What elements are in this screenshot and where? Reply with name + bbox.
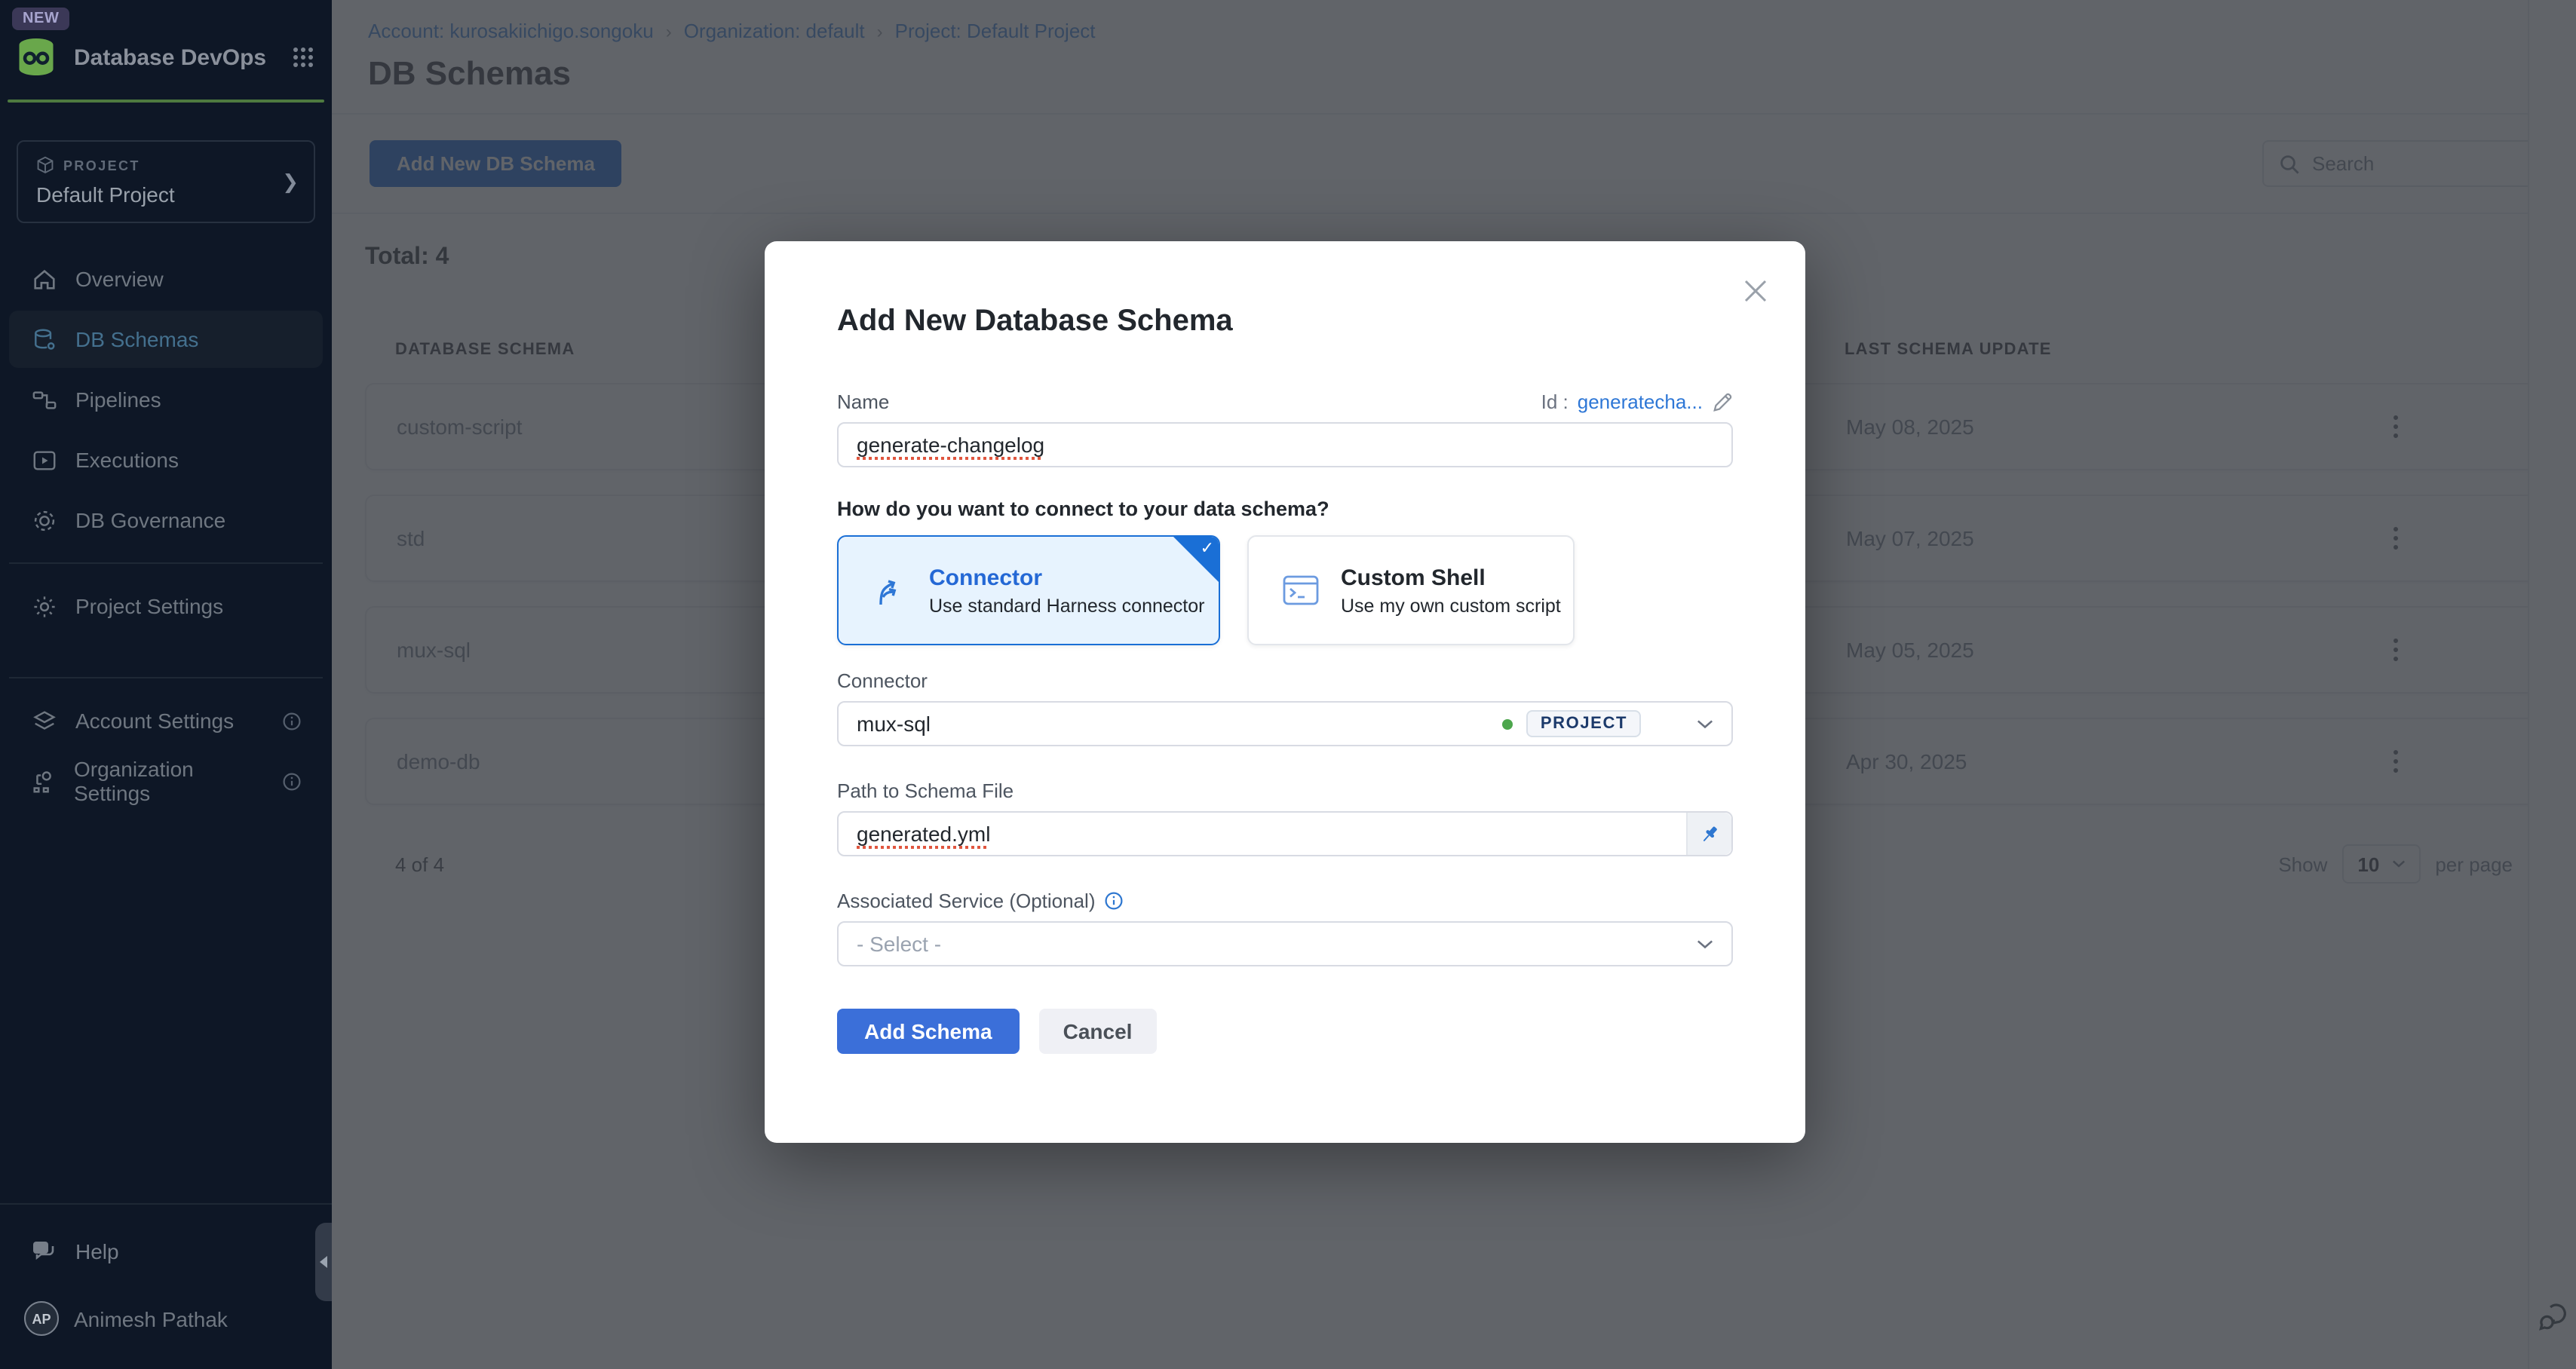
name-label: Name: [837, 390, 889, 413]
collapse-arrow-icon: [320, 1256, 327, 1268]
svg-text:?: ?: [38, 1242, 44, 1254]
pipelines-icon: [30, 387, 57, 412]
cube-icon: [36, 155, 54, 175]
sidebar-item-executions[interactable]: Executions: [9, 431, 323, 488]
chevron-down-icon: [1697, 939, 1713, 949]
connect-question: How do you want to connect to your data …: [837, 498, 1733, 520]
app-window: NEW Database DevOps: [0, 0, 2576, 1369]
new-badge: NEW: [12, 8, 69, 30]
database-devops-logo-icon: [14, 36, 59, 78]
id-value-link[interactable]: generatecha...: [1578, 390, 1703, 413]
sidebar-collapse-handle[interactable]: [315, 1223, 332, 1301]
connector-arrows-icon: [872, 571, 908, 610]
cancel-button[interactable]: Cancel: [1039, 1009, 1157, 1054]
project-name: Default Project: [36, 182, 296, 207]
name-input-value: generate-changelog: [857, 433, 1044, 457]
connector-select[interactable]: mux-sql PROJECT: [837, 701, 1733, 746]
sidebar-item-label: DB Schemas: [75, 327, 198, 351]
info-icon[interactable]: [282, 771, 302, 791]
add-database-schema-modal: Add New Database Schema Name Id : genera…: [765, 241, 1805, 1143]
sidebar-item-pipelines[interactable]: Pipelines: [9, 371, 323, 428]
project-scope-label: PROJECT: [63, 158, 140, 173]
app-grid-icon[interactable]: [293, 47, 314, 68]
app-title: Database DevOps: [74, 44, 266, 70]
avatar: AP: [24, 1301, 59, 1336]
thumbtack-icon: [1698, 822, 1721, 845]
associated-service-value: - Select -: [857, 932, 941, 956]
help-button[interactable]: ? Help: [0, 1205, 332, 1274]
sidebar-item-label: Account Settings: [75, 709, 234, 733]
gear-icon: [30, 593, 57, 619]
pin-toggle[interactable]: [1686, 813, 1731, 855]
name-input[interactable]: generate-changelog: [837, 422, 1733, 467]
option-title: Custom Shell: [1341, 565, 1561, 590]
sidebar-item-label: Organization Settings: [74, 757, 264, 805]
check-icon: ✓: [1201, 538, 1214, 558]
option-card-custom-shell[interactable]: Custom Shell Use my own custom script: [1247, 535, 1575, 645]
sidebar-item-account-settings[interactable]: Account Settings: [9, 692, 323, 749]
info-icon[interactable]: [1105, 891, 1124, 911]
add-schema-button[interactable]: Add Schema: [837, 1009, 1020, 1054]
sidebar-item-project-settings[interactable]: Project Settings: [9, 577, 323, 635]
sidebar-nav: Overview DB Schemas Pipelines: [0, 250, 332, 810]
status-dot-icon: [1503, 718, 1513, 729]
help-label: Help: [75, 1239, 119, 1263]
sidebar-item-db-schemas[interactable]: DB Schemas: [9, 311, 323, 368]
option-card-connector[interactable]: ✓ Connector Use standard Harness connect…: [837, 535, 1220, 645]
sidebar-item-label: Overview: [75, 267, 164, 291]
path-label: Path to Schema File: [837, 779, 1733, 802]
user-menu[interactable]: AP Animesh Pathak: [0, 1274, 332, 1369]
help-chat-icon: ?: [30, 1238, 57, 1265]
sidebar-item-db-governance[interactable]: DB Governance: [9, 492, 323, 549]
id-label: Id :: [1541, 390, 1569, 413]
option-title: Connector: [929, 565, 1204, 590]
executions-icon: [30, 447, 57, 473]
associated-service-label: Associated Service (Optional): [837, 890, 1096, 912]
sidebar-footer: ? Help AP Animesh Pathak: [0, 1203, 332, 1369]
layers-gear-icon: [30, 708, 57, 734]
associated-service-select[interactable]: - Select -: [837, 921, 1733, 966]
path-input[interactable]: generated.yml: [837, 811, 1733, 856]
project-selector[interactable]: PROJECT Default Project ❯: [17, 140, 315, 223]
brand-divider: [8, 100, 324, 103]
sidebar-item-label: Project Settings: [75, 594, 223, 618]
user-name: Animesh Pathak: [74, 1306, 228, 1331]
sidebar-divider: [9, 562, 323, 564]
modal-title: Add New Database Schema: [837, 305, 1733, 339]
chevron-down-icon[interactable]: [1697, 718, 1713, 729]
connector-label: Connector: [837, 669, 1733, 692]
chevron-right-icon: ❯: [282, 170, 299, 194]
sidebar: NEW Database DevOps: [0, 0, 332, 1369]
info-icon[interactable]: [282, 711, 302, 730]
sidebar-divider: [9, 677, 323, 678]
option-subtitle: Use standard Harness connector: [929, 595, 1204, 616]
sidebar-item-overview[interactable]: Overview: [9, 250, 323, 308]
scope-badge: PROJECT: [1527, 710, 1641, 737]
sidebar-item-label: Pipelines: [75, 387, 161, 412]
db-schemas-icon: [30, 326, 57, 352]
close-icon[interactable]: [1736, 271, 1775, 311]
org-chart-gear-icon: [30, 768, 56, 794]
option-subtitle: Use my own custom script: [1341, 595, 1561, 616]
edit-pencil-icon[interactable]: [1712, 391, 1733, 412]
sidebar-item-label: DB Governance: [75, 508, 225, 532]
gear-icon: [30, 507, 57, 533]
sidebar-item-label: Executions: [75, 448, 179, 472]
terminal-icon: [1282, 573, 1320, 608]
sidebar-item-organization-settings[interactable]: Organization Settings: [9, 752, 323, 810]
connector-value: mux-sql: [857, 712, 931, 736]
home-icon: [30, 266, 57, 292]
path-input-value: generated.yml: [857, 822, 990, 846]
